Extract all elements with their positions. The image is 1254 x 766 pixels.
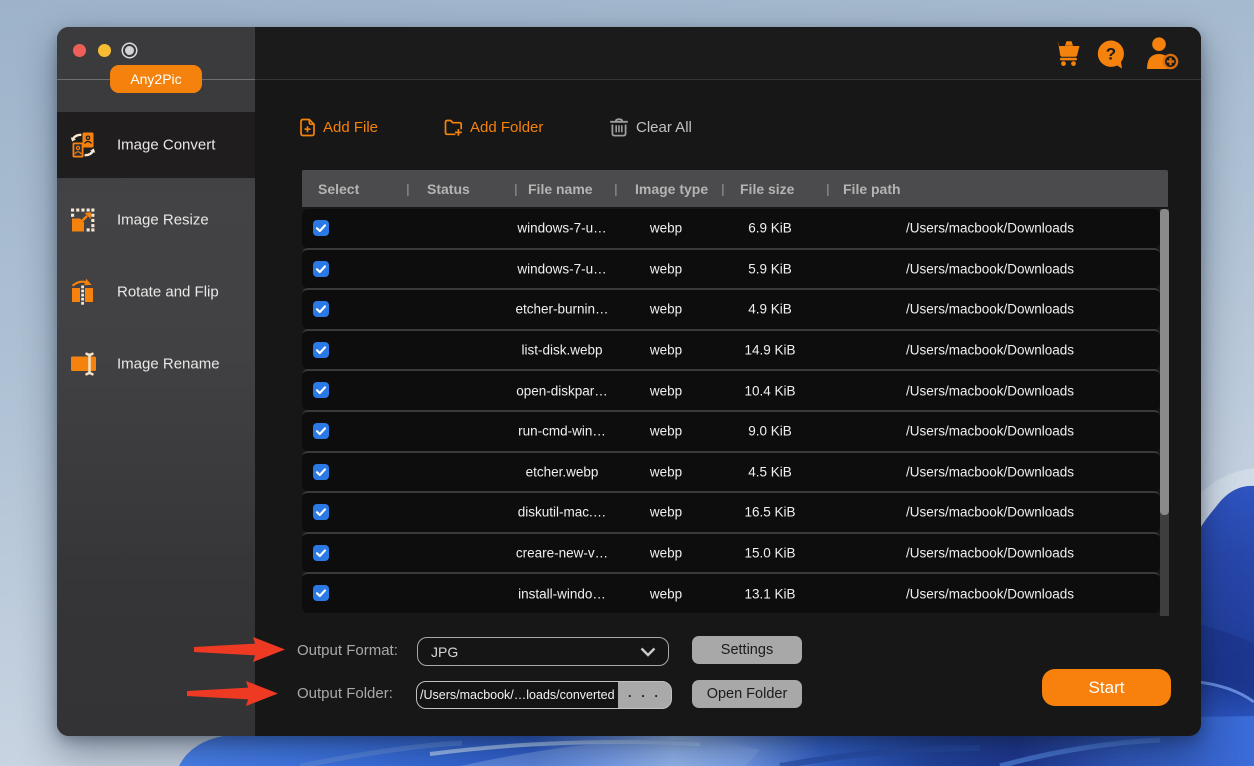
svg-text:?: ? — [1106, 45, 1116, 64]
